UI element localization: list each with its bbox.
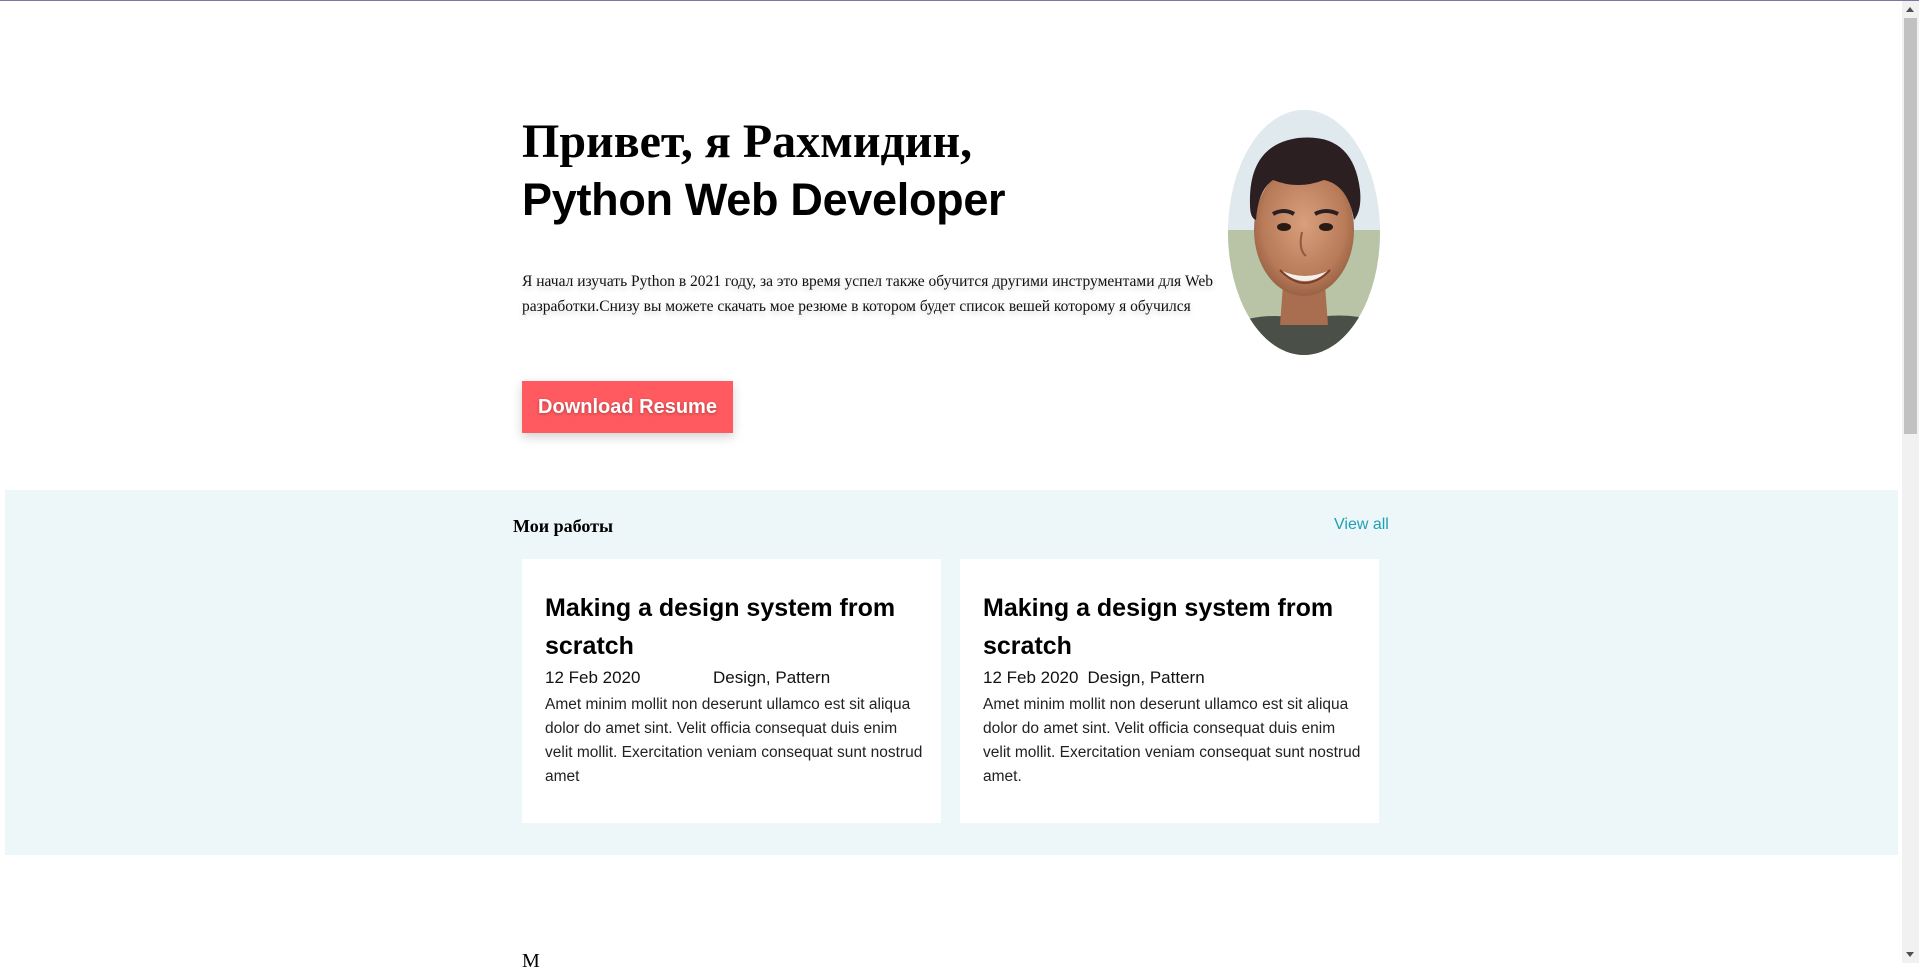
next-section-heading: М	[522, 950, 540, 972]
card-title[interactable]: Making a design system from scratch	[545, 589, 925, 665]
vertical-scrollbar[interactable]	[1902, 1, 1919, 963]
card-excerpt: Amet minim mollit non deserunt ullamco e…	[545, 696, 923, 785]
work-card[interactable]: Making a design system from scratch 12 F…	[522, 559, 941, 823]
hero-description: Я начал изучать Python в 2021 году, за э…	[522, 273, 1214, 315]
hero-section: Привет, я Рахмидин, Python Web Developer…	[0, 0, 1900, 490]
works-title: Мои работы	[513, 516, 614, 536]
card-meta: 12 Feb 2020 Design, Pattern	[983, 667, 1205, 689]
chevron-up-icon[interactable]	[1902, 1, 1919, 18]
card-tags: Design, Pattern	[713, 668, 831, 687]
card-excerpt: Amet minim mollit non deserunt ullamco e…	[983, 696, 1361, 785]
avatar	[1228, 110, 1380, 355]
card-title[interactable]: Making a design system from scratch	[983, 589, 1363, 665]
card-date: 12 Feb 2020	[983, 668, 1079, 687]
download-resume-button[interactable]: Download Resume	[522, 381, 733, 433]
view-all-link[interactable]: View all	[1334, 516, 1389, 534]
work-card[interactable]: Making a design system from scratch 12 F…	[960, 559, 1379, 823]
card-date: 12 Feb 2020	[545, 668, 641, 687]
scrollbar-thumb[interactable]	[1904, 18, 1917, 434]
card-meta: 12 Feb 2020 Design, Pattern	[545, 667, 830, 689]
chevron-down-icon[interactable]	[1902, 946, 1919, 963]
hero-greeting: Привет, я Рахмидин,	[522, 115, 973, 168]
hero-role-title: Python Web Developer	[522, 174, 1006, 225]
card-tags: Design, Pattern	[1087, 668, 1205, 687]
avatar-photo-icon	[1228, 110, 1380, 355]
works-section	[5, 490, 1898, 855]
